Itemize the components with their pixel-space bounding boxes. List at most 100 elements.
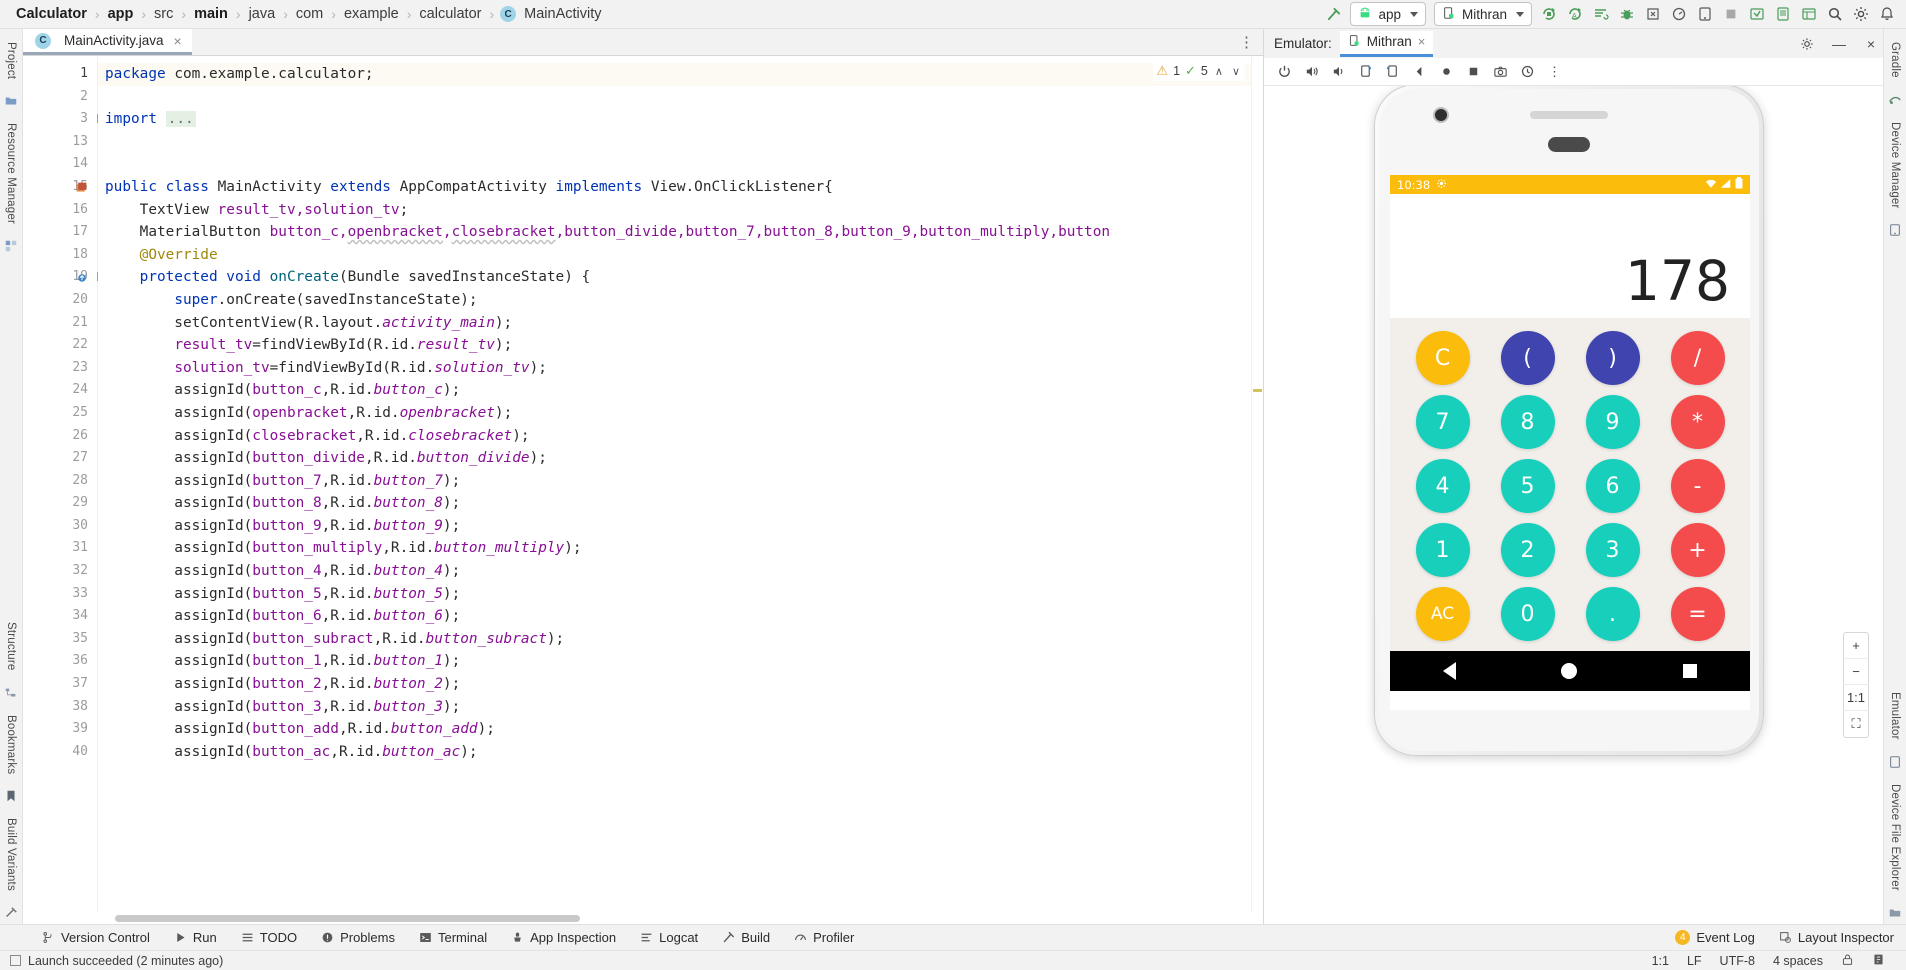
tool-window-profiler[interactable]: Profiler	[782, 930, 866, 945]
code-line[interactable]: solution_tv=findViewById(R.id.solution_t…	[98, 357, 1251, 380]
line-number[interactable]: 40	[23, 741, 97, 764]
bookmark-icon[interactable]	[3, 788, 19, 804]
code-line[interactable]: assignId(button_3,R.id.button_3);	[98, 696, 1251, 719]
avd-manager-icon[interactable]	[1770, 2, 1796, 26]
device-selector-chip[interactable]: Mithran	[1433, 2, 1532, 26]
line-number[interactable]: 22	[23, 334, 97, 357]
line-number[interactable]: 37	[23, 673, 97, 696]
gradle-icon[interactable]	[1887, 92, 1903, 108]
settings-gear-icon[interactable]	[1795, 33, 1819, 55]
breadcrumb-item-mainactivity[interactable]: C MainActivity	[500, 6, 603, 22]
sidebar-item-project[interactable]: Project	[3, 35, 19, 86]
editor-gutter[interactable]: 123+13141516171819-202122232425262728293…	[23, 56, 106, 912]
minimize-icon[interactable]: —	[1827, 33, 1851, 55]
code-line[interactable]: protected void onCreate(Bundle savedInst…	[98, 266, 1251, 289]
line-separator[interactable]: LF	[1678, 954, 1711, 968]
line-number[interactable]: 35	[23, 628, 97, 651]
history-icon[interactable]	[1515, 61, 1540, 83]
line-number[interactable]: 2	[23, 86, 97, 109]
line-number[interactable]: 21	[23, 312, 97, 335]
key-3[interactable]: 3	[1585, 523, 1640, 577]
sidebar-item-structure[interactable]: Structure	[3, 615, 19, 677]
breadcrumb-item-calculator[interactable]: calculator	[417, 6, 483, 22]
home-circle-icon[interactable]	[1561, 663, 1578, 679]
key-equals[interactable]: =	[1670, 587, 1725, 641]
line-number[interactable]: 25	[23, 402, 97, 425]
line-number[interactable]: 3+	[23, 108, 106, 131]
sidebar-item-device-manager[interactable]: Device Manager	[1887, 115, 1903, 216]
tool-window-version-control[interactable]: Version Control	[30, 930, 162, 945]
caret-position[interactable]: 1:1	[1643, 954, 1678, 968]
line-number[interactable]: 19-	[23, 266, 106, 289]
build-hammer-icon[interactable]	[1320, 2, 1346, 26]
module-selector-chip[interactable]: app	[1350, 2, 1426, 26]
tool-window-run[interactable]: Run	[162, 930, 229, 945]
line-number[interactable]: 29	[23, 492, 97, 515]
line-number[interactable]: 13	[23, 131, 97, 154]
line-number[interactable]: 16	[23, 199, 97, 222]
key-0[interactable]: 0	[1500, 587, 1555, 641]
sidebar-item-build-variants[interactable]: Build Variants	[3, 811, 19, 898]
folder-icon[interactable]	[3, 93, 19, 109]
overview-icon[interactable]	[1461, 61, 1486, 83]
breadcrumb-item-java[interactable]: java	[247, 6, 278, 22]
layout-editor-icon[interactable]	[1796, 2, 1822, 26]
key-8[interactable]: 8	[1500, 395, 1555, 449]
run-icon[interactable]	[1536, 2, 1562, 26]
line-number[interactable]: 34	[23, 605, 97, 628]
line-number[interactable]: 24	[23, 379, 97, 402]
key-clear[interactable]: C	[1415, 331, 1470, 385]
code-line[interactable]: public class MainActivity extends AppCom…	[98, 176, 1251, 199]
stop-icon[interactable]	[1718, 2, 1744, 26]
device-manager-icon[interactable]	[1692, 2, 1718, 26]
line-number[interactable]: 18	[23, 244, 97, 267]
next-problem-icon[interactable]: ∨	[1230, 65, 1242, 78]
line-number[interactable]: 30	[23, 515, 97, 538]
rotate-right-icon[interactable]	[1380, 61, 1405, 83]
code-line[interactable]	[98, 86, 1251, 109]
code-line[interactable]: assignId(closebracket,R.id.closebracket)…	[98, 425, 1251, 448]
breadcrumb-item-com[interactable]: com	[294, 6, 325, 22]
breadcrumb-item-calculator[interactable]: Calculator	[14, 6, 89, 22]
indent-setting[interactable]: 4 spaces	[1764, 954, 1832, 968]
code-line[interactable]: assignId(button_2,R.id.button_2);	[98, 673, 1251, 696]
tool-window-app-inspection[interactable]: App Inspection	[499, 930, 628, 945]
tool-window-build[interactable]: Build	[710, 930, 782, 945]
code-line[interactable]: assignId(button_8,R.id.button_8);	[98, 492, 1251, 515]
debug-attach-icon[interactable]	[1640, 2, 1666, 26]
breadcrumb-item-main[interactable]: main	[192, 6, 230, 22]
code-line[interactable]: result_tv=findViewById(R.id.result_tv);	[98, 334, 1251, 357]
code-line[interactable]: assignId(button_multiply,R.id.button_mul…	[98, 537, 1251, 560]
scrollbar-thumb[interactable]	[115, 915, 580, 922]
tool-window-logcat[interactable]: Logcat	[628, 930, 710, 945]
debug-bug-icon[interactable]	[1614, 2, 1640, 26]
key-decimal[interactable]: .	[1585, 587, 1640, 641]
key-open-bracket[interactable]: (	[1500, 331, 1555, 385]
marker-warning[interactable]	[1253, 389, 1262, 392]
zoom-fit-icon[interactable]: ⛶	[1843, 711, 1869, 737]
screenshot-camera-icon[interactable]	[1488, 61, 1513, 83]
breadcrumb-item-src[interactable]: src	[152, 6, 175, 22]
close-icon[interactable]: ×	[171, 33, 182, 49]
line-number[interactable]: 20	[23, 289, 97, 312]
editor-horizontal-scrollbar[interactable]	[23, 912, 1263, 924]
line-number[interactable]: 23	[23, 357, 97, 380]
recents-square-icon[interactable]	[1683, 664, 1698, 678]
device-manager-icon[interactable]	[1887, 222, 1903, 238]
line-number[interactable]: 1	[23, 63, 97, 86]
build-variants-icon[interactable]	[3, 905, 19, 921]
code-line[interactable]: TextView result_tv,solution_tv;	[98, 199, 1251, 222]
breadcrumb-item-example[interactable]: example	[342, 6, 401, 22]
editor-tab-mainactivity[interactable]: C MainActivity.java ×	[23, 29, 192, 55]
code-line[interactable]	[98, 153, 1251, 176]
code-line[interactable]: @Override	[98, 244, 1251, 267]
sidebar-item-bookmarks[interactable]: Bookmarks	[3, 708, 19, 781]
volume-down-icon[interactable]	[1326, 61, 1351, 83]
notifications-icon[interactable]	[1874, 2, 1900, 26]
back-triangle-icon[interactable]	[1442, 662, 1456, 680]
home-icon[interactable]	[1434, 61, 1459, 83]
code-line[interactable]: assignId(button_7,R.id.button_7);	[98, 470, 1251, 493]
zoom-out-icon[interactable]: −	[1843, 659, 1869, 685]
key-all-clear[interactable]: AC	[1415, 587, 1470, 641]
close-icon[interactable]: ×	[1418, 34, 1426, 49]
